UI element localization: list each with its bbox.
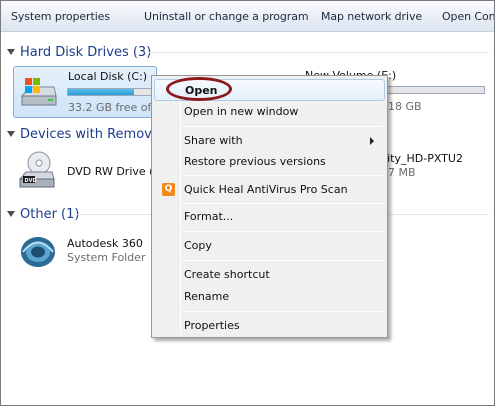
- autodesk-360-icon: [21, 237, 55, 267]
- group-divider: [389, 214, 489, 215]
- drive-name: Local Disk (C:): [68, 70, 148, 83]
- group-divider: [75, 214, 151, 215]
- svg-text:DVD: DVD: [25, 178, 37, 184]
- menu-separator: [183, 126, 383, 127]
- group-divider: [149, 52, 489, 53]
- system-properties-button[interactable]: System properties: [11, 10, 110, 23]
- drive-usage-bar: [67, 88, 155, 96]
- group-removable-storage[interactable]: Devices with Remova: [7, 125, 160, 143]
- uninstall-program-button[interactable]: Uninstall or change a program: [144, 10, 309, 23]
- autodesk-360-folder[interactable]: Autodesk 360 System Folder: [13, 233, 153, 273]
- group-other[interactable]: Other (1): [7, 205, 79, 223]
- dvd-drive-icon: DVD: [19, 151, 55, 188]
- context-menu: Open Open in new window Share with Resto…: [151, 75, 388, 338]
- menu-item-properties[interactable]: Properties: [154, 315, 385, 337]
- folder-name: Autodesk 360: [67, 237, 143, 250]
- drive-name: DVD RW Drive (D: [67, 165, 162, 178]
- explorer-window: System properties Uninstall or change a …: [0, 0, 495, 406]
- menu-item-restore-previous-versions[interactable]: Restore previous versions: [154, 151, 385, 173]
- drive-usb[interactable]: ility_HD-PXTU2 37 MB: [381, 151, 491, 181]
- menu-item-quick-heal-scan[interactable]: Q Quick Heal AntiVirus Pro Scan: [154, 179, 385, 201]
- menu-separator: [183, 260, 383, 261]
- menu-separator: [183, 231, 383, 232]
- drive-dvd-rw[interactable]: DVD DVD RW Drive (D: [13, 151, 162, 195]
- menu-item-copy[interactable]: Copy: [154, 235, 385, 257]
- group-hard-disk-drives[interactable]: Hard Disk Drives (3): [7, 43, 151, 61]
- expand-triangle-icon: [7, 211, 15, 217]
- menu-separator: [183, 203, 383, 204]
- quick-heal-icon: Q: [162, 183, 175, 196]
- menu-item-share-with[interactable]: Share with: [154, 130, 385, 152]
- command-bar: System properties Uninstall or change a …: [1, 1, 494, 32]
- menu-item-open-new-window[interactable]: Open in new window: [154, 101, 385, 123]
- menu-item-create-shortcut[interactable]: Create shortcut: [154, 264, 385, 286]
- drive-name: ility_HD-PXTU2: [381, 152, 463, 165]
- menu-separator: [183, 311, 383, 312]
- annotation-highlight-ring: [166, 77, 232, 101]
- windows-drive-icon: [20, 78, 57, 106]
- drive-free-space: 18 GB: [388, 100, 422, 113]
- menu-separator: [183, 175, 383, 176]
- menu-item-format[interactable]: Format...: [154, 206, 385, 228]
- folder-type: System Folder: [67, 251, 146, 264]
- open-control-panel-button[interactable]: Open Cont: [442, 10, 494, 23]
- submenu-arrow-icon: [370, 137, 374, 145]
- menu-item-rename[interactable]: Rename: [154, 286, 385, 308]
- map-network-drive-button[interactable]: Map network drive: [321, 10, 422, 23]
- expand-triangle-icon: [7, 49, 15, 55]
- expand-triangle-icon: [7, 131, 15, 137]
- drive-local-disk-c[interactable]: Local Disk (C:) 33.2 GB free of 14: [13, 66, 169, 118]
